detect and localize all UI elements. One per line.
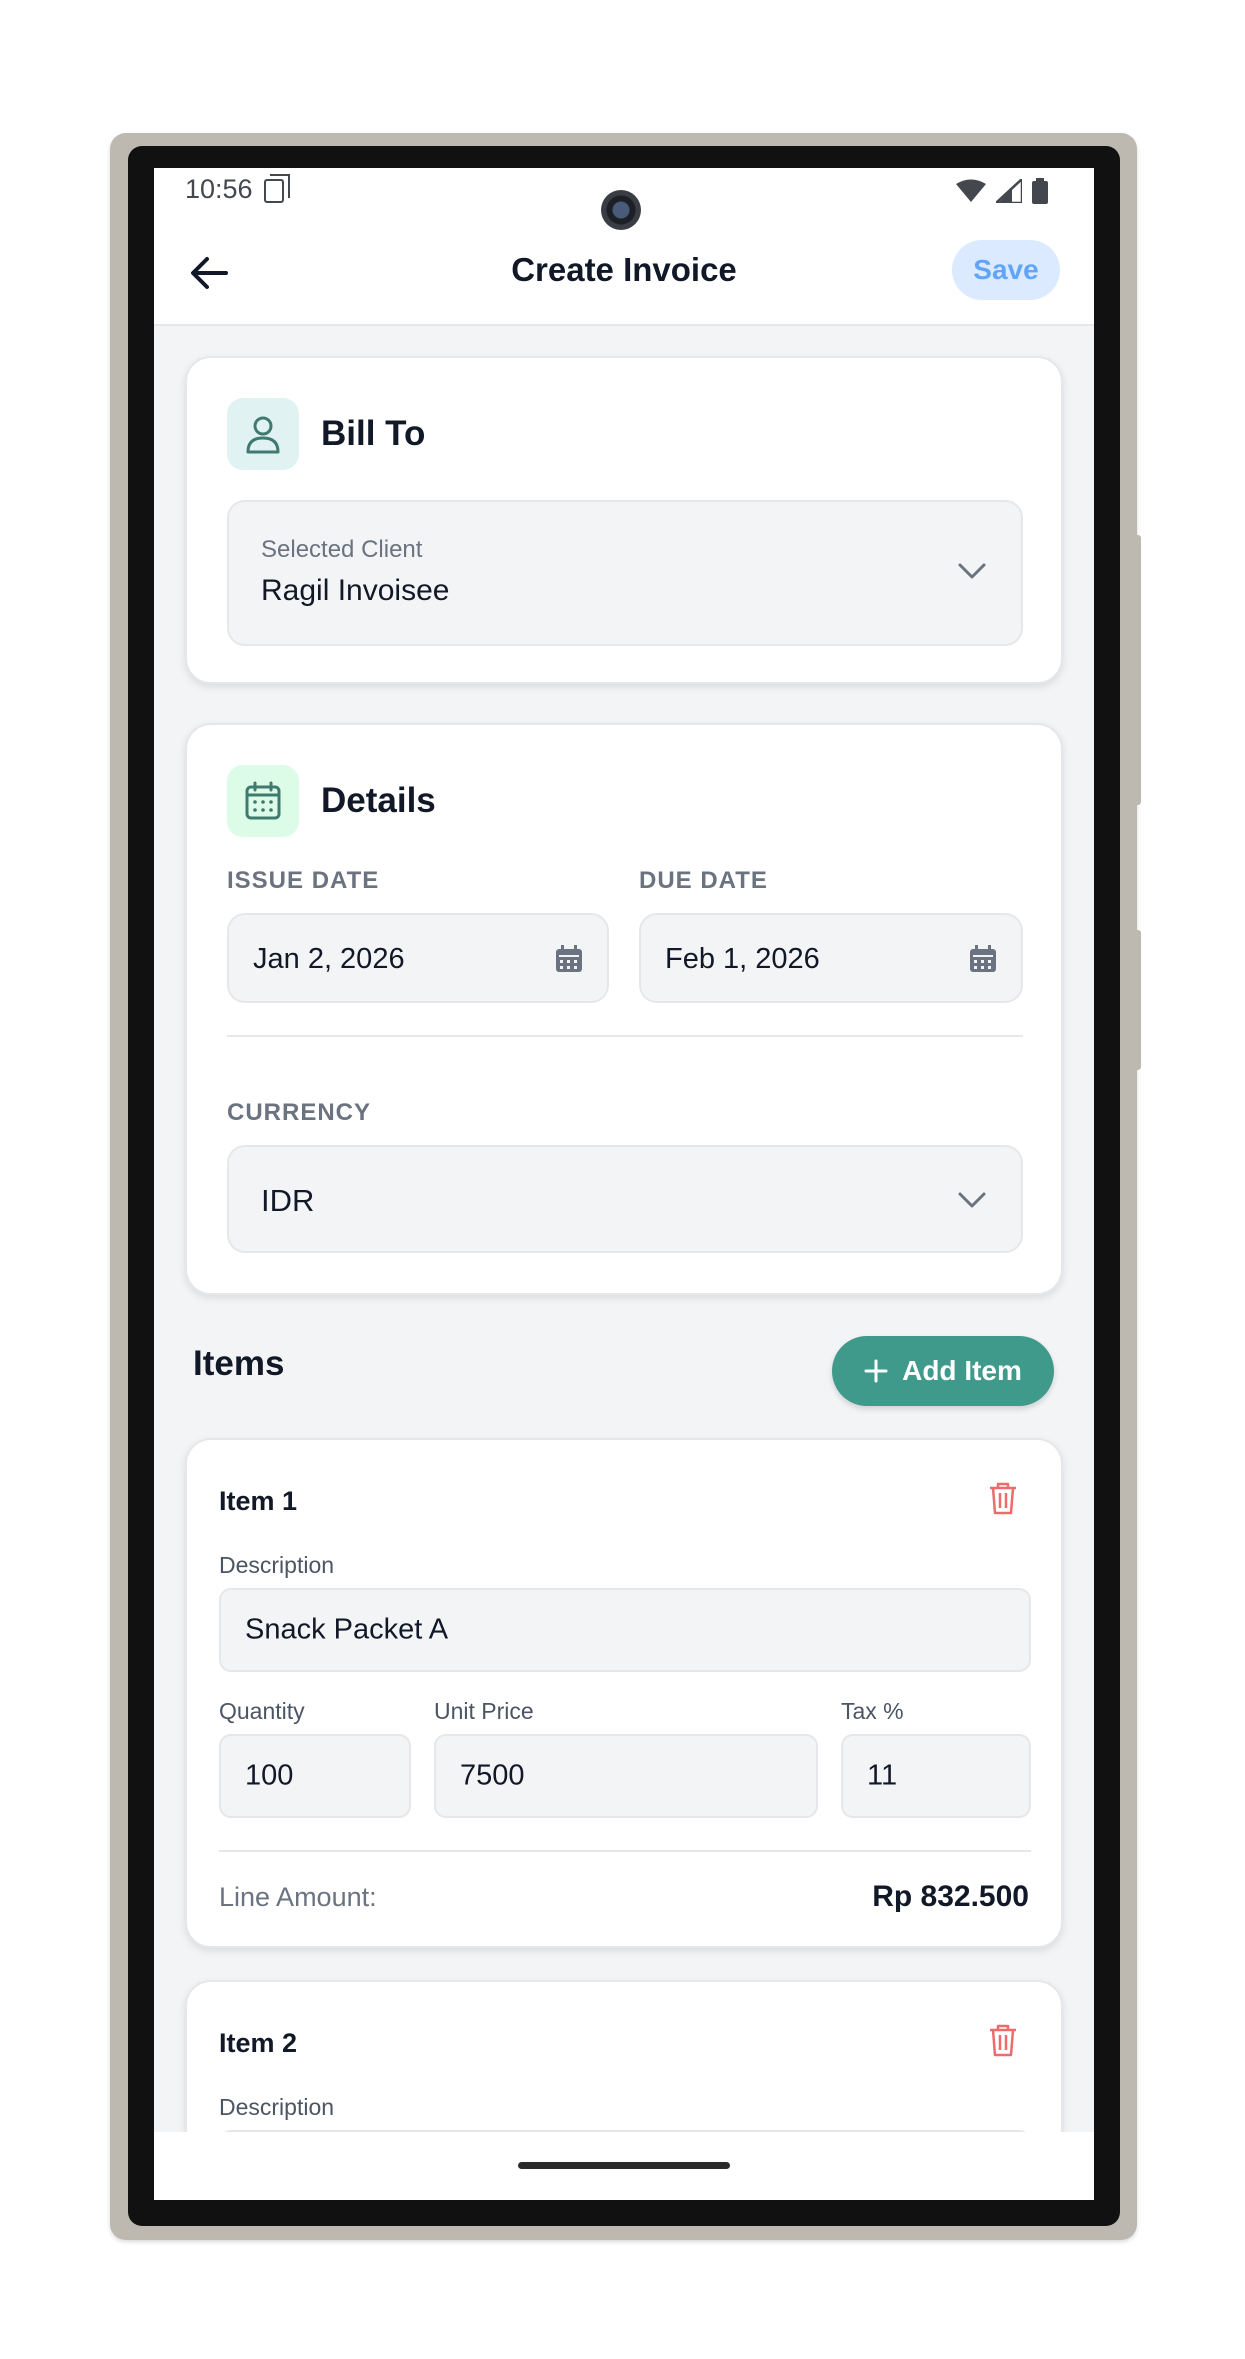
client-select[interactable]: Selected Client Ragil Invoisee	[227, 500, 1023, 646]
unit-price-value: 7500	[460, 1759, 525, 1792]
description-value: Snack Packet A	[245, 1613, 449, 1646]
calendar-icon	[970, 945, 996, 972]
add-item-label: Add Item	[902, 1355, 1022, 1386]
plus-icon	[864, 1359, 888, 1383]
signal-icon	[996, 179, 1022, 203]
description-label: Description	[219, 2094, 335, 2120]
item-divider	[219, 1850, 1031, 1852]
details-icon-badge	[227, 765, 299, 837]
issue-date-label: ISSUE DATE	[227, 867, 380, 894]
currency-select[interactable]: IDR	[227, 1145, 1023, 1253]
issue-date-value: Jan 2, 2026	[253, 943, 405, 975]
trash-icon	[990, 2024, 1016, 2057]
quantity-value: 100	[245, 1759, 294, 1792]
details-title: Details	[321, 781, 436, 820]
line-amount-label: Line Amount:	[219, 1882, 377, 1912]
details-divider	[227, 1035, 1023, 1037]
calendar-icon	[245, 781, 281, 820]
bill-to-icon-badge	[227, 398, 299, 470]
tax-label: Tax %	[841, 1698, 904, 1724]
phone-side-button	[1133, 930, 1141, 1070]
delete-item-button[interactable]	[983, 1478, 1023, 1518]
unit-price-label: Unit Price	[434, 1698, 534, 1724]
item-card: Item 1 Description Snack Packet A Quanti…	[185, 1438, 1063, 1948]
add-item-button[interactable]: Add Item	[832, 1336, 1054, 1406]
status-time: 10:56	[185, 174, 253, 204]
save-button[interactable]: Save	[952, 240, 1060, 300]
person-icon	[246, 416, 280, 454]
app-top-bar: 10:56 Create Invoice Save	[154, 168, 1094, 326]
sim-icon	[264, 174, 290, 203]
currency-label: CURRENCY	[227, 1099, 372, 1126]
phone-side-button	[1133, 535, 1141, 805]
bill-to-title: Bill To	[321, 414, 426, 453]
unit-price-input[interactable]: 7500	[434, 1734, 818, 1818]
quantity-label: Quantity	[219, 1698, 305, 1724]
due-date-label: DUE DATE	[639, 867, 768, 894]
front-camera	[601, 190, 641, 230]
status-icons	[956, 178, 1048, 204]
due-date-value: Feb 1, 2026	[665, 943, 820, 975]
calendar-icon	[556, 945, 582, 972]
currency-value: IDR	[261, 1183, 315, 1218]
chevron-down-icon	[958, 1192, 986, 1208]
battery-icon	[1032, 178, 1048, 204]
chevron-down-icon	[958, 563, 986, 579]
description-input[interactable]: Snack Packet A	[219, 1588, 1031, 1672]
bill-to-card: Bill To Selected Client Ragil Invoisee	[185, 356, 1063, 684]
phone-screen: 10:56 Create Invoice Save Bill To Select…	[154, 168, 1094, 2200]
tax-value: 11	[867, 1759, 898, 1792]
client-caption: Selected Client	[261, 536, 423, 563]
trash-icon	[990, 1482, 1016, 1515]
item-title: Item 1	[219, 1486, 298, 1516]
line-amount-value: Rp 832.500	[872, 1880, 1029, 1913]
item-title: Item 2	[219, 2028, 298, 2058]
client-value: Ragil Invoisee	[261, 574, 450, 607]
description-label: Description	[219, 1552, 335, 1578]
delete-item-button[interactable]	[983, 2020, 1023, 2060]
due-date-field[interactable]: Feb 1, 2026	[639, 913, 1023, 1003]
issue-date-field[interactable]: Jan 2, 2026	[227, 913, 609, 1003]
details-card: Details ISSUE DATE DUE DATE Jan 2, 2026 …	[185, 723, 1063, 1295]
items-heading: Items	[193, 1344, 285, 1383]
quantity-input[interactable]: 100	[219, 1734, 411, 1818]
wifi-icon	[956, 179, 986, 202]
tax-input[interactable]: 11	[841, 1734, 1031, 1818]
home-indicator[interactable]	[518, 2162, 730, 2169]
